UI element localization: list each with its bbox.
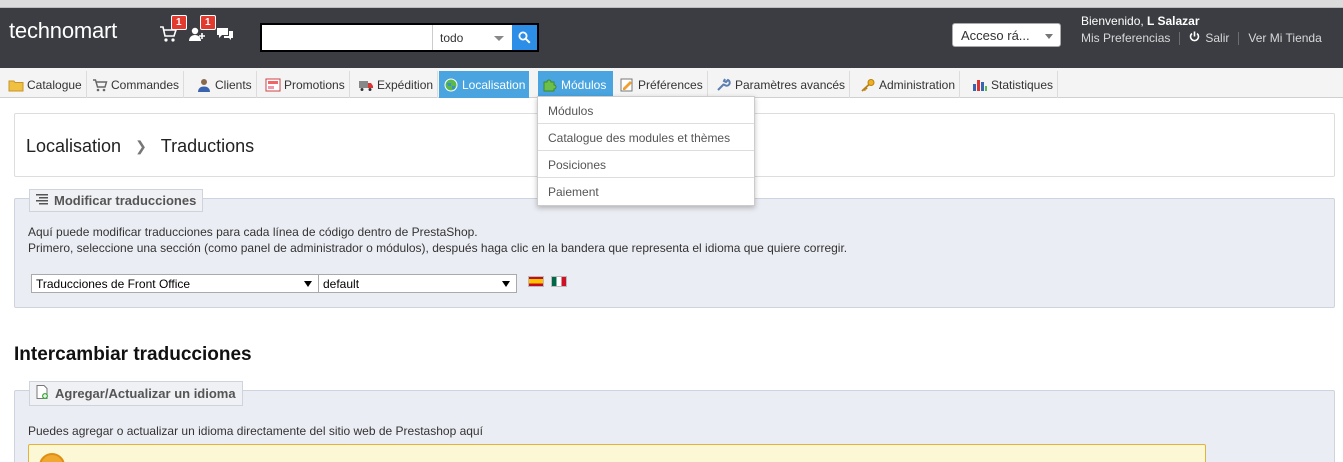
mexican-flag-icon[interactable] [551, 276, 567, 287]
search-bar: todo [260, 23, 539, 52]
key-icon [861, 78, 875, 92]
wrench-icon [717, 78, 731, 91]
section-title: Intercambiar traducciones [14, 344, 252, 365]
chevron-down-icon [304, 281, 312, 287]
menu-item-preferences[interactable]: Préférences [615, 71, 708, 98]
add-update-language-fieldset: Agregar/Actualizar un idioma Puedes agre… [14, 381, 1335, 462]
menu-item-parametres-avances[interactable]: Paramètres avancés [712, 71, 851, 98]
theme-select[interactable]: default [318, 274, 517, 293]
modify-translations-fieldset: Modificar traducciones Aquí puede modifi… [14, 189, 1335, 308]
browser-chrome-strip [0, 0, 1343, 8]
document-add-icon [36, 385, 49, 402]
puzzle-icon [543, 79, 557, 91]
description-line-2: Primero, seleccione una sección (como pa… [28, 241, 848, 255]
fieldset-legend: Agregar/Actualizar un idioma [29, 381, 243, 406]
dropdown-item-modulos[interactable]: Módulos [538, 97, 754, 124]
spanish-flag-icon[interactable] [528, 276, 544, 287]
folder-icon [8, 80, 24, 91]
menu-item-commandes[interactable]: Commandes [88, 71, 185, 98]
preferences-icon [620, 78, 633, 91]
link-separator [1238, 31, 1240, 45]
user-icon [198, 78, 210, 92]
globe-icon [444, 78, 458, 91]
menu-item-label: Préférences [638, 77, 703, 92]
modulos-dropdown-menu: Módulos Catalogue des modules et thèmes … [537, 96, 755, 206]
orders-badge: 1 [171, 15, 187, 30]
menu-item-statistiques[interactable]: Statistiques [968, 71, 1059, 98]
logout-link[interactable]: Salir [1205, 31, 1229, 45]
menu-item-label: Expédition [377, 77, 434, 92]
warning-box [28, 444, 1206, 462]
cart-icon [93, 78, 108, 91]
translation-type-value: Traducciones de Front Office [36, 277, 191, 291]
menu-item-modulos[interactable]: Módulos [538, 71, 613, 98]
truck-icon [359, 80, 373, 91]
power-icon [1189, 31, 1200, 45]
chevron-right-icon: ❯ [135, 138, 147, 154]
customers-badge: 1 [200, 15, 216, 30]
menu-item-expedition[interactable]: Expédition [354, 71, 439, 98]
search-scope-value: todo [440, 31, 464, 45]
search-scope-select[interactable]: todo [432, 25, 512, 50]
menu-item-label: Paramètres avancés [735, 77, 846, 92]
preferences-link[interactable]: Mis Preferencias [1081, 31, 1170, 45]
orders-notification[interactable]: 1 [159, 15, 187, 47]
view-store-link[interactable]: Ver Mi Tienda [1248, 31, 1321, 45]
menu-item-label: Administration [879, 77, 956, 92]
link-separator [1179, 31, 1181, 45]
search-icon [518, 31, 531, 44]
user-name: L Salazar [1147, 14, 1200, 28]
stats-icon [973, 79, 987, 91]
top-header: technomart 1 1 todo Acceso rá... Bienven… [0, 8, 1343, 68]
breadcrumb-parent[interactable]: Localisation [26, 136, 121, 157]
add-language-description: Puedes agregar o actualizar un idioma di… [28, 424, 483, 438]
legend-label: Modificar traducciones [54, 193, 197, 208]
dropdown-item-paiement[interactable]: Paiement [538, 178, 754, 205]
main-menu: Catalogue Commandes Clients Promotions E… [0, 68, 1343, 98]
menu-item-clients[interactable]: Clients [192, 71, 257, 98]
customers-notification[interactable]: 1 [188, 15, 216, 47]
menu-item-label: Commandes [111, 77, 180, 92]
menu-item-localisation[interactable]: Localisation [439, 71, 530, 98]
description-line-1: Aquí puede modificar traducciones para c… [28, 225, 478, 239]
menu-item-label: Statistiques [991, 77, 1054, 92]
breadcrumb: Localisation ❯ Traductions [26, 136, 254, 157]
menu-item-label: Catalogue [27, 77, 82, 92]
menu-item-promotions[interactable]: Promotions [261, 71, 350, 98]
legend-label: Agregar/Actualizar un idioma [55, 386, 236, 401]
dropdown-item-posiciones[interactable]: Posiciones [538, 151, 754, 178]
text-align-icon [36, 193, 48, 208]
chevron-down-icon [494, 36, 504, 41]
chevron-down-icon [502, 281, 510, 287]
brand-logo[interactable]: technomart [9, 18, 117, 44]
menu-item-label: Clients [215, 77, 252, 92]
fieldset-legend: Modificar traducciones [29, 189, 204, 212]
theme-value: default [323, 277, 360, 291]
dropdown-item-catalogue-modules[interactable]: Catalogue des modules et thèmes [538, 124, 754, 151]
page-title: Traductions [160, 136, 255, 156]
quick-access-select[interactable]: Acceso rá... [952, 23, 1061, 47]
menu-item-label: Promotions [284, 77, 345, 92]
chevron-down-icon [1045, 34, 1053, 39]
menu-item-label: Localisation [462, 77, 526, 92]
menu-item-administration[interactable]: Administration [856, 71, 961, 98]
welcome-text: Bienvenido, L Salazar [1081, 14, 1200, 28]
warning-icon [39, 453, 65, 462]
welcome-prefix: Bienvenido, [1081, 14, 1148, 28]
promotion-icon [265, 78, 281, 91]
search-button[interactable] [512, 25, 537, 50]
chat-icon [217, 28, 233, 40]
menu-item-catalogue[interactable]: Catalogue [4, 71, 87, 98]
user-links: Mis Preferencias Salir Ver Mi Tienda [1081, 31, 1322, 45]
translation-type-select[interactable]: Traducciones de Front Office [31, 274, 319, 293]
messages-notification[interactable] [216, 25, 238, 47]
quick-access-label: Acceso rá... [961, 28, 1030, 43]
search-input[interactable] [262, 25, 432, 50]
menu-item-label: Módulos [561, 77, 607, 92]
